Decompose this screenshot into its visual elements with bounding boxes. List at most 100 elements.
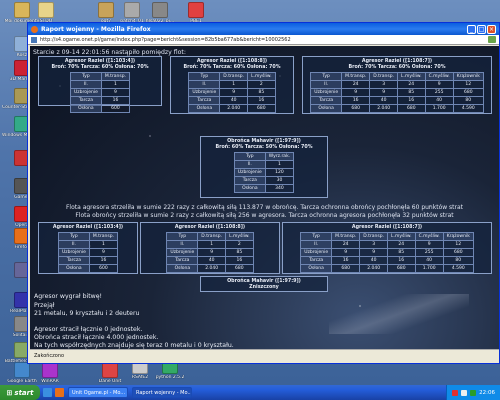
desktop-icon[interactable]: PBE1 [176, 2, 216, 24]
network-icon[interactable] [461, 389, 468, 396]
table-row: Il. 24 3 24 9 12 [300, 240, 474, 249]
debris-text: Na tych współrzędnych znajduje się teraz… [34, 342, 234, 349]
attacker-fleet-3: Agresor Raziel ([1:108:7]) Typ M.transp. D.… [282, 222, 492, 274]
column-header: Typ [300, 232, 333, 241]
cell-value: 9 [414, 240, 444, 249]
row-label: Tarcza [57, 256, 90, 265]
fleet-table: Typ D.transp. L.myśliw. Il. 1 2 Uzbrojenie 9 85 T… [166, 232, 254, 273]
column-header: L.myśliw. [397, 72, 426, 81]
column-header: M.transp. [341, 72, 371, 81]
fleet-table: Typ Wyrz.rak. Il. 1 Uzbrojenie 120 Tarcza 30 Osł… [233, 152, 295, 193]
close-button[interactable]: × [487, 24, 496, 34]
cell-value: 40 [219, 96, 249, 105]
column-header: Typ [310, 72, 343, 81]
taskbar-item-battle-report[interactable]: Raport wojenny - Mo... [132, 387, 192, 398]
table-row: Il. 1 2 [188, 80, 276, 89]
defender-fleet: Obrońca Mahavir ([1:97:9]) Broń: 60% Tarc… [200, 136, 328, 198]
cell-value: 40 [369, 96, 399, 105]
cell-value: 85 [387, 248, 416, 257]
windows-logo-icon: ⊞ [6, 388, 13, 397]
start-label: start [14, 388, 34, 397]
row-label: Uzbrojenie [233, 168, 266, 177]
defender-fleet-destroyed: Obrońca Mahavir ([1:97:9]) Zniszczony [200, 276, 328, 292]
fleet-header: Agresor Raziel ([1:108:8]) [174, 225, 246, 230]
table-row: Osłona 340 [233, 184, 295, 193]
cell-value: 2 [225, 240, 254, 249]
row-label: Il. [188, 80, 221, 89]
fleet-table: Typ M.transp. D.transp. L.myśliw. C.myśliw. K… [300, 232, 474, 273]
attacker-fleet-3: Agresor Raziel ([1:108:7]) Broń: 70% Tarc… [302, 56, 492, 114]
column-header: D.transp. [197, 232, 227, 241]
title-bar[interactable]: Raport wojenny - Mozilla Firefox _ □ × [28, 23, 499, 35]
defender-loss: Obrońca stracił łącznie 4.000 jednostek. [34, 334, 159, 341]
cell-value: 680 [331, 264, 361, 273]
system-tray: 22:06 [446, 385, 500, 400]
cell-value: 16 [331, 256, 361, 265]
desktop-icon[interactable]: WinRAR [30, 362, 70, 384]
column-header: M.transp. [331, 232, 361, 241]
minimize-button[interactable]: _ [467, 24, 476, 34]
start-button[interactable]: ⊞ start [0, 385, 40, 400]
cell-value: 680 [452, 88, 484, 97]
row-label: Osłona [310, 104, 343, 113]
row-label: Uzbrojenie [57, 248, 90, 257]
ie-quicklaunch-icon[interactable] [43, 388, 52, 397]
desktop-icon[interactable]: STDO [26, 2, 66, 24]
table-row: Il. 1 [57, 240, 119, 249]
cell-value: 1 [219, 80, 249, 89]
go-button[interactable] [488, 36, 496, 43]
fleet-table: Typ M.transp. D.transp. L.myśliw. C.myśliw. K… [310, 72, 484, 113]
site-favicon [31, 36, 37, 43]
cell-value: 24 [387, 240, 416, 249]
cell-value: 80 [442, 256, 474, 265]
clock: 22:06 [479, 389, 495, 396]
table-row: Uzbrojenie 120 [233, 168, 295, 177]
table-row: Uzbrojenie 9 85 [188, 88, 276, 97]
table-row: Osłona 680 2.040 680 1.700 4.590 [300, 264, 474, 273]
address-bar[interactable]: http://s4.ogame.onet.pl/game/index.php?p… [28, 35, 499, 45]
cell-value: 24 [397, 80, 426, 89]
cell-value: 4.590 [452, 104, 484, 113]
cell-value: 120 [264, 168, 295, 177]
cell-value: 9 [341, 88, 371, 97]
cell-value: 2.040 [197, 264, 227, 273]
taskbar-item-ogame[interactable]: Unit Ogame.pl - Mo... [68, 387, 128, 398]
column-header: M.transp. [100, 72, 131, 81]
antivirus-icon[interactable] [452, 389, 459, 396]
fleet-tech-levels: Broń: 70% Tarcza: 60% Osłona: 70% [348, 65, 446, 70]
table-row: Tarcza 16 40 16 40 80 [310, 96, 484, 105]
row-label: Tarcza [233, 176, 266, 185]
row-label: Il. [69, 80, 102, 89]
row-label: Osłona [300, 264, 333, 273]
cell-value: 24 [341, 80, 371, 89]
column-header: D.transp. [219, 72, 249, 81]
cell-value: 40 [197, 256, 227, 265]
fleet-table: Typ M.transp. Il. 1 Uzbrojenie 9 Tarcza 16 Osłon… [57, 232, 119, 273]
cell-value: 16 [88, 256, 119, 265]
winner-text: Agresor wygrał bitwę! [34, 293, 103, 300]
desktop-icon[interactable]: hlsa022_pi... [140, 2, 180, 24]
firefox-quicklaunch-icon[interactable] [55, 388, 64, 397]
cell-value: 680 [247, 104, 276, 113]
column-header: Typ [233, 152, 266, 161]
row-label: Uzbrojenie [166, 248, 199, 257]
cell-value: 2.040 [359, 264, 389, 273]
table-row: Il. 1 [69, 80, 131, 89]
desktop-icon-image [102, 362, 118, 378]
table-row: Uzbrojenie 9 [57, 248, 119, 257]
cell-value: 1 [197, 240, 227, 249]
url-text[interactable]: http://s4.ogame.onet.pl/game/index.php?p… [40, 37, 488, 43]
row-label: Tarcza [166, 256, 199, 265]
cell-value: 85 [397, 88, 426, 97]
loot-label: Przejął [34, 302, 55, 309]
firefox-icon [31, 25, 38, 33]
desktop-icon-image [38, 2, 54, 18]
cell-value: 85 [247, 88, 276, 97]
cell-value: 680 [442, 248, 474, 257]
messenger-icon[interactable] [470, 389, 477, 396]
column-header: C.myśliw. [424, 72, 454, 81]
maximize-button[interactable]: □ [477, 24, 486, 34]
cell-value: 40 [424, 96, 454, 105]
row-label: Il. [57, 240, 90, 249]
cell-value: 2 [247, 80, 276, 89]
